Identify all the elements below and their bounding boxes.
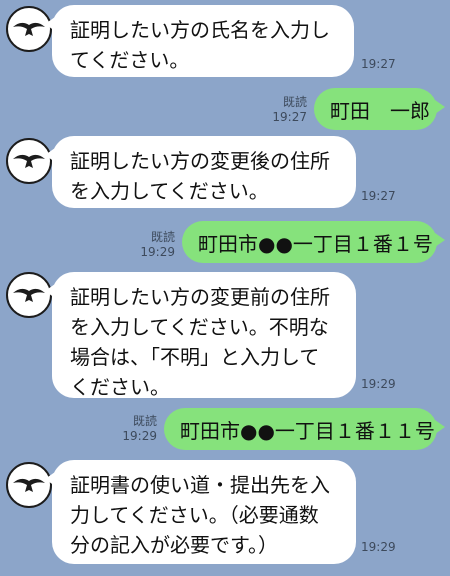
read-status: 既読 19:29 <box>138 230 175 260</box>
read-label: 既読 <box>132 414 157 428</box>
message-text: 証明したい方の氏名を入力してください。 <box>70 18 330 72</box>
message-text: 町田市●●一丁目１番１号 <box>198 232 433 256</box>
message-time: 19:29 <box>140 245 175 259</box>
read-label: 既読 <box>150 230 175 244</box>
message-text: 町田 一郎 <box>330 99 430 123</box>
message-time: 19:27 <box>361 189 396 203</box>
read-status: 既読 19:29 <box>120 414 157 444</box>
message-text: 証明書の使い道・提出先を入力してください。（必要通数分の記入が必要です。） <box>70 473 330 557</box>
read-status: 既読 19:27 <box>270 95 307 125</box>
message-time: 19:27 <box>361 57 396 71</box>
message-time: 19:29 <box>361 540 396 554</box>
read-label: 既読 <box>282 95 307 109</box>
message-text: 町田市●●一丁目１番１１号 <box>180 419 435 443</box>
bird-logo-icon <box>13 478 45 492</box>
bird-logo-icon <box>13 288 45 302</box>
message-time: 19:29 <box>122 429 157 443</box>
bird-logo-icon <box>13 154 45 168</box>
incoming-message: 証明書の使い道・提出先を入力してください。（必要通数分の記入が必要です。） <box>45 460 356 564</box>
message-text: 証明したい方の変更前の住所を入力してください。不明な場合は、「不明」と入力してく… <box>70 285 330 399</box>
outgoing-message: 町田 一郎 <box>314 88 445 130</box>
outgoing-message: 町田市●●一丁目１番１号 <box>182 221 445 263</box>
message-time: 19:29 <box>361 377 396 391</box>
message-time: 19:27 <box>272 110 307 124</box>
bird-logo-icon <box>13 22 45 36</box>
outgoing-message: 町田市●●一丁目１番１１号 <box>164 408 445 450</box>
incoming-message: 証明したい方の変更前の住所を入力してください。不明な場合は、「不明」と入力してく… <box>45 272 356 399</box>
message-text: 証明したい方の変更後の住所を入力してください。 <box>70 149 330 203</box>
incoming-message: 証明したい方の変更後の住所を入力してください。 <box>45 136 356 208</box>
incoming-message: 証明したい方の氏名を入力してください。 <box>45 5 354 77</box>
